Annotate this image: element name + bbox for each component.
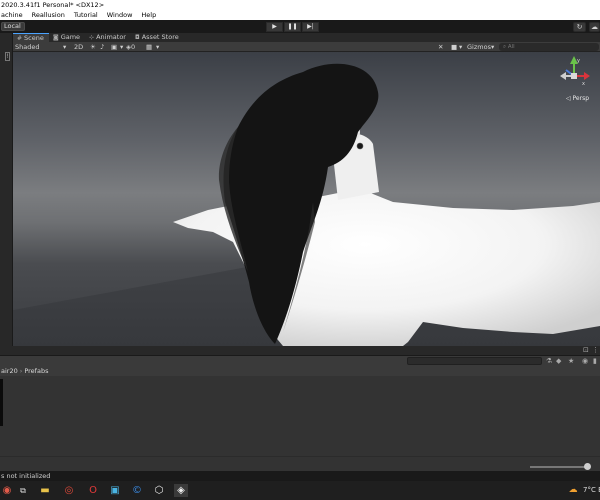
game-controller-icon: ◙: [52, 34, 59, 41]
store-bag-icon: ◘: [134, 34, 140, 41]
drag-handle-icon[interactable]: !: [5, 52, 10, 61]
hair-clip: [356, 142, 364, 150]
menu-icon[interactable]: ⋮: [592, 346, 599, 355]
main-toolbar: Local ▶ ❚❚ ▶| ↻ ☁: [0, 20, 600, 33]
project-search-input[interactable]: [407, 357, 542, 365]
project-footer: [0, 456, 600, 471]
tab-animator[interactable]: ⊹ Animator: [85, 33, 131, 42]
lock-icon[interactable]: ⊡: [583, 346, 589, 355]
settings-icon[interactable]: ☁: [589, 22, 600, 32]
history-icon[interactable]: ↻: [573, 22, 586, 32]
count-icon: ▮: [593, 357, 597, 365]
menu-bar: achine Reallusion Tutorial Window Help: [0, 10, 600, 20]
breadcrumb: air20 › Prefabs: [0, 367, 600, 376]
hidden-objects-icon[interactable]: ◈0: [126, 42, 135, 52]
app-icon[interactable]: ◉: [0, 484, 14, 497]
search-placeholder: All: [507, 44, 515, 50]
grid-icon[interactable]: ▦: [146, 42, 152, 52]
file-explorer-icon[interactable]: ▬: [38, 484, 52, 497]
menu-item-tutorial[interactable]: Tutorial: [74, 10, 98, 20]
filter-label-icon[interactable]: ◆: [556, 356, 561, 366]
scene-viewport[interactable]: [13, 52, 600, 346]
tab-animator-label: Animator: [96, 33, 126, 41]
play-button[interactable]: ▶: [266, 22, 283, 32]
asset-thumbnail[interactable]: [0, 379, 3, 426]
filter-type-icon[interactable]: ⚗: [546, 356, 552, 366]
breadcrumb-item[interactable]: air20: [1, 367, 18, 375]
project-toolbar: ⊡ ⋮: [0, 346, 600, 356]
tab-game-label: Game: [60, 33, 81, 41]
app-c-icon[interactable]: ©: [130, 484, 144, 497]
hidden-packages-icon[interactable]: ◉: [582, 356, 588, 366]
scene-toolbar: Shaded ▾ 2D ☀ ♪ ▣ ▾ ◈0 ▦ ▾ ✕ ■ ▾ Gizmos …: [13, 42, 600, 52]
gizmos-dropdown[interactable]: Gizmos: [467, 42, 491, 52]
app-m-icon[interactable]: ▣: [108, 484, 122, 497]
breadcrumb-separator-icon: ›: [19, 367, 23, 375]
favorite-icon[interactable]: ★: [568, 356, 574, 366]
svg-text:x: x: [582, 81, 585, 87]
weather-icon: ☁: [568, 485, 578, 495]
project-assets-area[interactable]: [0, 376, 600, 456]
play-controls: ▶ ❚❚ ▶|: [266, 22, 319, 32]
chevron-down-icon[interactable]: ▾: [491, 42, 494, 52]
tab-asset-store-label: Asset Store: [141, 33, 179, 41]
opera-icon[interactable]: O: [86, 484, 100, 497]
effects-icon[interactable]: ▣: [111, 42, 117, 52]
lighting-icon[interactable]: ☀: [90, 42, 96, 52]
temperature-text: 7°C: [583, 486, 596, 494]
tab-scene[interactable]: # Scene: [13, 33, 49, 42]
thumbnail-size-slider[interactable]: [530, 466, 588, 468]
chevron-down-icon[interactable]: ▾: [120, 42, 123, 52]
tab-game[interactable]: ◙ Game: [49, 33, 85, 42]
scene-render: [13, 63, 600, 346]
editor-tab-bar: # Scene ◙ Game ⊹ Animator ◘ Asset Store: [13, 33, 600, 42]
projection-toggle[interactable]: ◁ Persp: [566, 95, 589, 102]
scene-search-input[interactable]: ⌕ All: [499, 43, 599, 51]
windows-taskbar: ◉ ⧉ ▬ ◎ O ▣ © ⬡ ◈ ☁ 7°C E: [0, 481, 600, 500]
slider-knob[interactable]: [584, 463, 591, 470]
breadcrumb-item[interactable]: Prefabs: [24, 367, 48, 375]
camera-icon[interactable]: ■: [451, 42, 457, 52]
local-toggle[interactable]: Local: [1, 22, 25, 31]
chevron-down-icon[interactable]: ▾: [459, 42, 462, 52]
unity-hub-icon[interactable]: ⬡: [152, 484, 166, 497]
unity-editor-icon[interactable]: ◈: [174, 484, 188, 497]
window-title: 2020.3.41f1 Personal* <DX12>: [0, 0, 600, 10]
chevron-down-icon[interactable]: ▾: [156, 42, 159, 52]
pause-button[interactable]: ❚❚: [284, 22, 301, 32]
chrome-icon[interactable]: ◎: [62, 484, 76, 497]
step-button[interactable]: ▶|: [302, 22, 319, 32]
shading-mode-dropdown[interactable]: Shaded: [15, 42, 39, 52]
menu-item-help[interactable]: Help: [141, 10, 156, 20]
svg-text:y: y: [577, 58, 580, 64]
tools-icon[interactable]: ✕: [438, 42, 443, 52]
project-search-row: ⚗ ◆ ★ ◉ ▮: [0, 356, 600, 367]
animator-icon: ⊹: [89, 34, 95, 41]
menu-item-machine[interactable]: achine: [1, 10, 23, 20]
menu-item-reallusion[interactable]: Reallusion: [32, 10, 65, 20]
menu-item-window[interactable]: Window: [107, 10, 133, 20]
tab-asset-store[interactable]: ◘ Asset Store: [131, 33, 184, 42]
status-bar: s not initialized: [0, 471, 600, 481]
hierarchy-strip: !: [0, 33, 13, 346]
task-view-icon[interactable]: ⧉: [16, 484, 30, 497]
audio-icon[interactable]: ♪: [100, 42, 104, 52]
toggle-2d-button[interactable]: 2D: [74, 42, 83, 52]
chevron-down-icon[interactable]: ▾: [63, 42, 66, 52]
weather-temperature: 7°C E: [583, 486, 600, 494]
